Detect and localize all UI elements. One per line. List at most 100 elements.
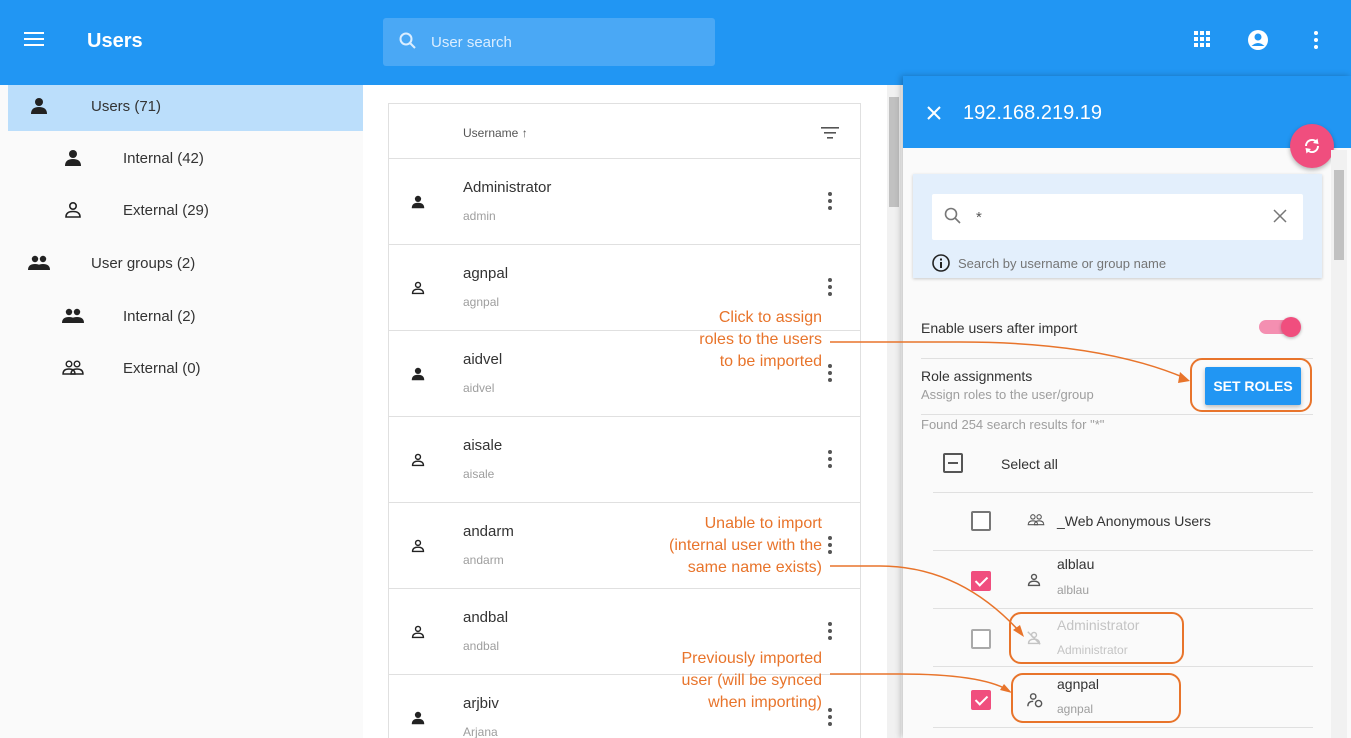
item-name: _Web Anonymous Users <box>1057 513 1211 529</box>
account-circle-icon[interactable] <box>1247 29 1269 51</box>
callout-line: Click to assign <box>718 309 822 326</box>
person-outline-icon <box>411 453 425 467</box>
search-hint-text: Search by username or group name <box>958 256 1167 271</box>
arrow-up-icon: ↑ <box>521 126 528 140</box>
select-all-checkbox[interactable] <box>943 453 963 473</box>
scrollbar-thumb[interactable] <box>889 97 899 207</box>
row-name: arjbiv <box>463 695 499 712</box>
highlight-administrator <box>1009 612 1184 664</box>
item-checkbox[interactable] <box>971 629 991 649</box>
sync-button[interactable] <box>1290 124 1334 168</box>
row-name: Administrator <box>463 179 552 196</box>
more-vert-icon[interactable] <box>1313 30 1319 50</box>
table-row[interactable]: aisale aisale <box>389 417 860 503</box>
sidebar-item-user-groups[interactable]: User groups (2) <box>8 242 363 288</box>
panel-search-box <box>932 194 1303 240</box>
user-search-input[interactable] <box>431 28 701 56</box>
sidebar-item-label: External (0) <box>123 360 201 377</box>
select-all-label: Select all <box>1001 456 1058 472</box>
callout-set-roles: Click to assign roles to the users to be… <box>640 307 822 373</box>
row-username: admin <box>463 209 496 223</box>
callout-line: Previously imported <box>681 650 823 667</box>
more-vert-icon[interactable] <box>827 535 833 555</box>
row-name: andbal <box>463 609 509 626</box>
item-checkbox[interactable] <box>971 511 991 531</box>
person-icon <box>411 711 425 725</box>
highlight-agnpal <box>1011 673 1181 723</box>
person-outline-icon <box>411 281 425 295</box>
panel-search-input[interactable] <box>976 206 1256 228</box>
app-bar: Users <box>0 0 1351 85</box>
hamburger-menu-icon[interactable] <box>24 32 44 48</box>
apps-grid-icon[interactable] <box>1193 30 1211 48</box>
item-checkbox[interactable] <box>971 571 991 591</box>
user-list: Username ↑ Administrator admin agnpal ag… <box>389 104 860 738</box>
role-assignments-subtitle: Assign roles to the user/group <box>921 387 1094 402</box>
sidebar-item-label: External (29) <box>123 202 209 219</box>
table-row[interactable]: Administrator admin <box>389 159 860 245</box>
group-outline-icon <box>62 360 84 375</box>
sort-username-header[interactable]: Username ↑ <box>463 126 528 140</box>
more-vert-icon[interactable] <box>827 621 833 641</box>
callout-line: same name exists) <box>687 559 822 576</box>
list-header: Username ↑ <box>389 104 860 159</box>
more-vert-icon[interactable] <box>827 449 833 469</box>
scrollbar-thumb[interactable] <box>1334 170 1344 260</box>
person-icon <box>31 98 47 114</box>
callout-line: (internal user with the <box>669 537 822 554</box>
row-username: andbal <box>463 639 500 653</box>
sidebar-item-groups-internal[interactable]: Internal (2) <box>8 295 363 341</box>
item-name: alblau <box>1057 556 1095 572</box>
person-icon <box>65 150 81 166</box>
person-icon <box>411 195 425 209</box>
callout-line: user (will be synced <box>681 672 823 689</box>
column-header-label: Username <box>463 126 519 140</box>
sync-icon <box>1304 138 1320 154</box>
more-vert-icon[interactable] <box>827 277 833 297</box>
close-icon[interactable] <box>927 106 941 120</box>
more-vert-icon[interactable] <box>827 707 833 727</box>
clear-icon[interactable] <box>1272 208 1288 224</box>
sidebar-item-label: Internal (42) <box>123 150 204 167</box>
user-list-area: Username ↑ Administrator admin agnpal ag… <box>363 85 903 738</box>
sidebar-item-users[interactable]: Users (71) <box>8 85 363 131</box>
list-scrollbar[interactable] <box>887 85 901 738</box>
sidebar-item-groups-external[interactable]: External (0) <box>8 347 363 393</box>
person-outline-icon <box>411 625 425 639</box>
sidebar-item-label: User groups (2) <box>91 255 196 272</box>
panel-header: 192.168.219.19 <box>903 76 1351 148</box>
group-outline-icon <box>1027 514 1045 526</box>
group-icon <box>62 308 84 323</box>
person-icon <box>411 367 425 381</box>
panel-scrollbar[interactable] <box>1331 150 1347 738</box>
row-username: aisale <box>463 467 495 481</box>
divider <box>921 414 1313 415</box>
panel-title: 192.168.219.19 <box>963 102 1103 124</box>
row-username: Arjana <box>463 725 498 738</box>
callout-previously-imported: Previously imported user (will be synced… <box>620 648 823 714</box>
info-icon <box>932 254 950 272</box>
more-vert-icon[interactable] <box>827 191 833 211</box>
callout-line: to be imported <box>719 353 822 370</box>
list-item: alblau alblau <box>933 551 1313 609</box>
sidebar: Users (71) Internal (42) External (29) U… <box>8 85 363 738</box>
sidebar-item-users-external[interactable]: External (29) <box>8 189 363 235</box>
sidebar-item-label: Internal (2) <box>123 308 196 325</box>
enable-users-toggle[interactable] <box>1255 316 1303 338</box>
results-count: Found 254 search results for "*" <box>921 417 1105 432</box>
user-search <box>383 18 715 66</box>
search-icon <box>944 207 961 224</box>
callout-unable-import: Unable to import (internal user with the… <box>610 513 822 579</box>
person-outline-icon <box>65 201 81 218</box>
filter-list-icon[interactable] <box>821 126 839 140</box>
row-username: andarm <box>463 553 504 567</box>
more-vert-icon[interactable] <box>827 363 833 383</box>
person-outline-icon <box>1027 573 1041 587</box>
item-checkbox[interactable] <box>971 690 991 710</box>
sidebar-item-users-internal[interactable]: Internal (42) <box>8 137 363 183</box>
row-name: aidvel <box>463 351 503 368</box>
highlight-set-roles <box>1190 358 1312 412</box>
row-name: andarm <box>463 523 514 540</box>
enable-users-label: Enable users after import <box>921 320 1078 336</box>
list-item: _Web Anonymous Users <box>933 493 1313 551</box>
